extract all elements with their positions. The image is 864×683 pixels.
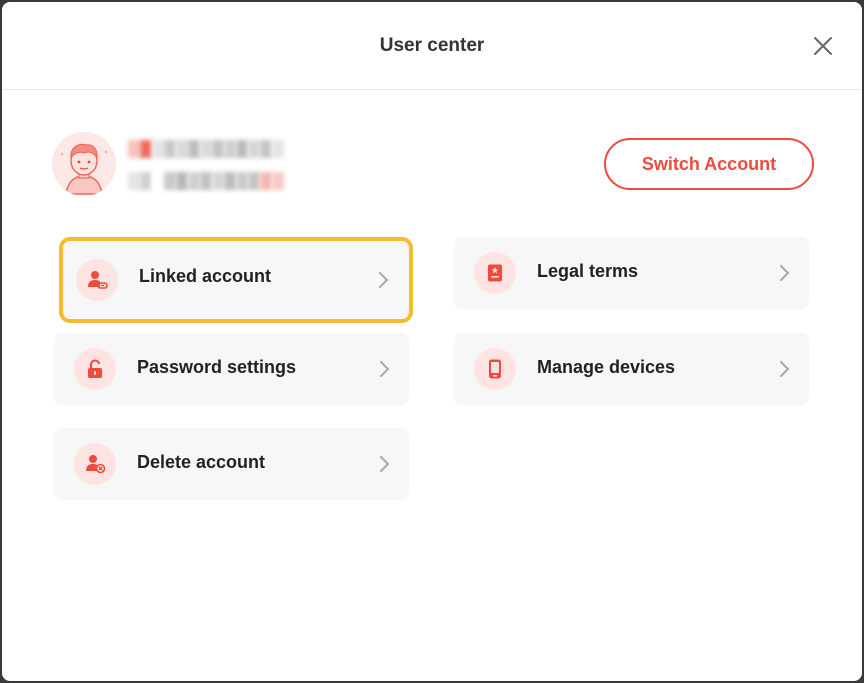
password-settings-item[interactable]: Password settings	[54, 333, 409, 405]
legal-terms-icon	[474, 252, 516, 294]
manage-devices-label: Manage devices	[537, 357, 676, 377]
switch-account-button[interactable]: Switch Account	[604, 138, 814, 190]
linked-account-item[interactable]: Linked account	[59, 237, 413, 323]
manage-devices-item[interactable]: Manage devices	[454, 333, 809, 405]
user-center-dialog: User center Switch Account Linked accoun…	[2, 2, 862, 681]
close-icon[interactable]	[812, 35, 834, 57]
blurred-username	[128, 140, 284, 160]
password-settings-label: Password settings	[137, 357, 297, 377]
phone-icon	[474, 348, 516, 390]
chevron-right-icon	[780, 265, 790, 281]
avatar-icon	[52, 132, 116, 196]
delete-account-label: Delete account	[137, 452, 266, 472]
chevron-right-icon	[379, 272, 389, 288]
delete-account-item[interactable]: Delete account	[54, 428, 409, 500]
padlock-icon	[74, 348, 116, 390]
linked-account-icon	[76, 259, 118, 301]
delete-user-icon	[74, 443, 116, 485]
chevron-right-icon	[380, 361, 390, 377]
chevron-right-icon	[780, 361, 790, 377]
blurred-user-id	[128, 172, 284, 194]
chevron-right-icon	[380, 456, 390, 472]
legal-terms-item[interactable]: Legal terms	[454, 237, 809, 309]
dialog-header: User center	[2, 2, 862, 90]
legal-terms-label: Legal terms	[537, 261, 639, 281]
profile-section: Switch Account	[52, 130, 814, 200]
linked-account-label: Linked account	[139, 266, 272, 286]
dialog-title: User center	[379, 34, 485, 56]
